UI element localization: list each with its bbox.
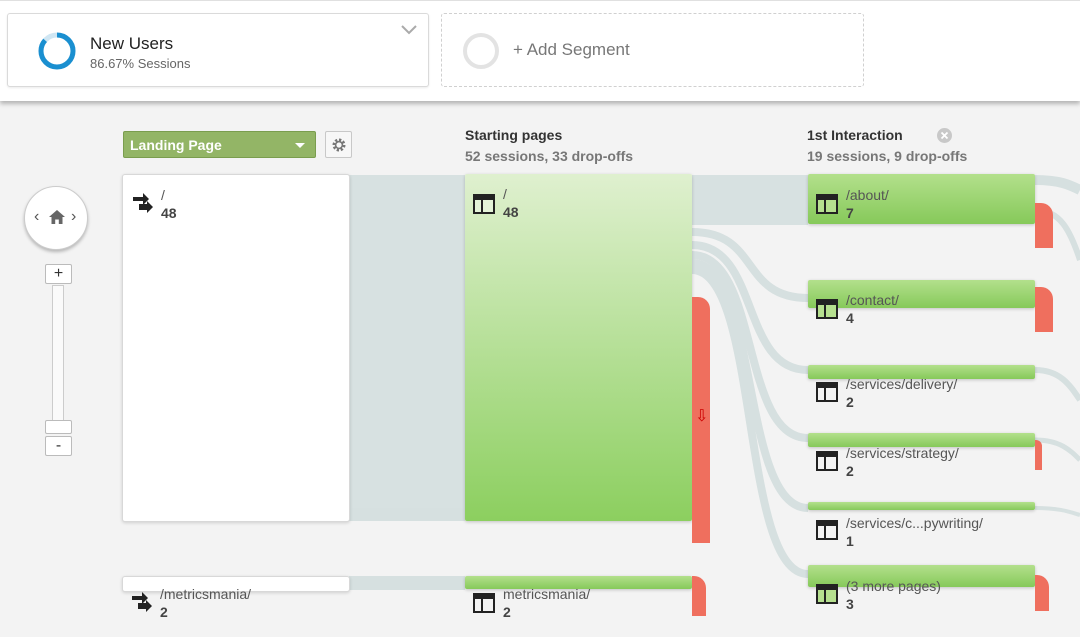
- landing-metrics-label: /metricsmania/: [160, 586, 252, 602]
- interaction-node-contact[interactable]: [808, 280, 1035, 308]
- more-pages-count: 3: [846, 596, 854, 612]
- link-out-about: [1034, 175, 1080, 195]
- about-label: /about/: [846, 187, 889, 203]
- zoom-in-button[interactable]: +: [45, 264, 72, 284]
- entrance-arrows-icon: [132, 592, 152, 612]
- link-out-copywriting: [1034, 506, 1080, 517]
- strategy-dropoff-bar[interactable]: [1035, 440, 1042, 470]
- interaction-summary: 19 sessions, 9 drop-offs: [807, 148, 968, 164]
- segment-bar: New Users 86.67% Sessions + Add Segment: [0, 0, 1080, 101]
- contact-count: 4: [846, 310, 854, 326]
- empty-segment-ring-icon: [463, 33, 499, 69]
- delivery-count: 2: [846, 394, 854, 410]
- about-dropoff-bar[interactable]: [1035, 203, 1053, 248]
- copywriting-label: /services/c...pywriting/: [846, 515, 983, 531]
- close-icon: [940, 131, 949, 140]
- caret-down-icon: [295, 143, 305, 148]
- dimension-select-label: Landing Page: [130, 137, 222, 153]
- landing-node-label: /: [161, 187, 165, 203]
- page-layout-icon: [816, 520, 838, 540]
- page-layout-icon: [473, 194, 495, 214]
- page-layout-icon: [816, 451, 838, 471]
- more-pages-label: (3 more pages): [846, 578, 941, 594]
- zoom-out-button[interactable]: -: [45, 436, 72, 456]
- link-landing-start-metrics: [349, 576, 465, 590]
- entrance-arrows-icon: [133, 193, 153, 213]
- link-out-delivery: [1034, 367, 1080, 402]
- interaction-node-about[interactable]: [808, 174, 1035, 224]
- close-column-button[interactable]: [937, 128, 952, 143]
- segment-new-users[interactable]: New Users 86.67% Sessions: [7, 13, 429, 87]
- delivery-label: /services/delivery/: [846, 376, 958, 392]
- dropoff-arrow-icon: ⇩: [695, 408, 709, 425]
- starting-node-root[interactable]: / 48: [465, 174, 692, 521]
- starting-pages-summary: 52 sessions, 33 drop-offs: [465, 148, 634, 164]
- starting-node-label: /: [503, 186, 507, 202]
- chevron-down-icon[interactable]: [400, 24, 418, 36]
- starting-metrics-label: metricsmania/: [503, 586, 591, 602]
- page-layout-icon: [816, 194, 838, 214]
- page-layout-icon: [816, 584, 838, 604]
- behavior-flow: Landing Page Starting pages 52 sessions,…: [0, 100, 1080, 637]
- contact-label: /contact/: [846, 292, 899, 308]
- about-count: 7: [846, 205, 854, 221]
- segment-name: New Users: [90, 34, 174, 53]
- starting-metrics-count: 2: [503, 604, 511, 620]
- home-icon[interactable]: [48, 209, 66, 225]
- page-layout-icon: [816, 382, 838, 402]
- pan-right-icon[interactable]: ›: [71, 208, 76, 226]
- link-start-about: [692, 175, 808, 225]
- dimension-select[interactable]: Landing Page: [123, 131, 316, 158]
- landing-metrics-count: 2: [160, 604, 168, 620]
- landing-node-count: 48: [161, 205, 177, 221]
- strategy-count: 2: [846, 463, 854, 479]
- interaction-node-copywriting[interactable]: [808, 502, 1035, 510]
- zoom-slider-track[interactable]: [52, 285, 64, 421]
- strategy-label: /services/strategy/: [846, 445, 959, 461]
- landing-node-root[interactable]: / 48: [122, 174, 350, 522]
- page-layout-icon: [473, 593, 495, 613]
- more-dropoff-bar[interactable]: [1035, 575, 1049, 611]
- settings-button[interactable]: [325, 131, 352, 158]
- add-segment-button[interactable]: + Add Segment: [441, 13, 864, 87]
- contact-dropoff-bar[interactable]: [1035, 287, 1053, 332]
- copywriting-count: 1: [846, 533, 854, 549]
- gear-icon: [332, 138, 346, 152]
- starting-node-count: 48: [503, 204, 519, 220]
- link-landing-start-main: [349, 175, 465, 521]
- pan-control[interactable]: ‹ ›: [24, 186, 88, 250]
- segment-percent: 86.67% Sessions: [90, 56, 191, 71]
- pan-left-icon[interactable]: ‹: [34, 208, 39, 226]
- metrics-dropoff-bar[interactable]: [692, 576, 706, 616]
- starting-pages-title: Starting pages: [465, 127, 563, 143]
- zoom-slider-handle[interactable]: [45, 420, 72, 434]
- interaction-title: 1st Interaction: [807, 127, 903, 143]
- add-segment-label: + Add Segment: [513, 40, 630, 59]
- page-layout-icon: [816, 299, 838, 319]
- segment-ring-icon: [38, 32, 76, 70]
